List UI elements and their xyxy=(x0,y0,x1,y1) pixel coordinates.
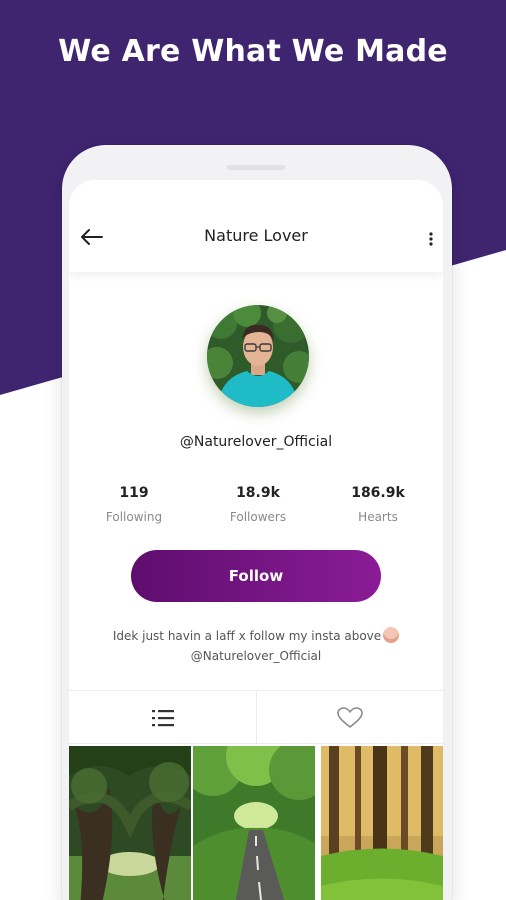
stat-value: 186.9k xyxy=(351,485,405,501)
follow-button[interactable]: Follow xyxy=(131,550,381,602)
avatar[interactable] xyxy=(207,305,309,407)
stat-label: Followers xyxy=(229,510,287,524)
banner-headline: We Are What We Made xyxy=(58,34,448,69)
more-options-button[interactable] xyxy=(421,228,441,250)
stat-hearts[interactable]: 186.9k Hearts xyxy=(318,485,438,524)
profile-username: @Naturelover_Official xyxy=(179,434,333,450)
profile-bio: Idek just havin a laff x follow my insta… xyxy=(89,626,423,666)
profile-photo xyxy=(207,305,309,407)
stat-value: 18.9k xyxy=(236,485,280,501)
arrow-left-icon xyxy=(81,229,103,245)
stat-label: Following xyxy=(105,510,163,524)
phone-speaker xyxy=(227,165,285,170)
back-button[interactable] xyxy=(79,224,105,250)
bio-instagram-link[interactable]: @Naturelover_Official xyxy=(89,646,423,666)
profile-tabs xyxy=(69,690,443,744)
stat-following[interactable]: 119 Following xyxy=(74,485,194,524)
stat-followers[interactable]: 18.9k Followers xyxy=(198,485,318,524)
list-icon xyxy=(151,709,174,726)
more-vertical-icon xyxy=(429,232,433,246)
video-thumbnail[interactable] xyxy=(69,746,191,900)
app-screen: Nature Lover @Naturelover_Official 119 F… xyxy=(69,180,443,900)
sunlit-forest-image xyxy=(321,746,443,900)
tab-liked[interactable] xyxy=(256,691,443,744)
heart-outline-icon xyxy=(336,706,363,728)
forest-road-image xyxy=(193,746,315,900)
video-thumbnail[interactable] xyxy=(193,746,315,900)
tab-videos[interactable] xyxy=(69,691,256,744)
page-title: Nature Lover xyxy=(204,226,308,245)
stat-label: Hearts xyxy=(358,510,398,524)
stat-value: 119 xyxy=(119,485,149,501)
emoji-icon xyxy=(383,627,400,643)
tree-tunnel-image xyxy=(69,746,191,900)
bio-text: Idek just havin a laff x follow my insta… xyxy=(112,629,382,643)
video-thumbnail[interactable] xyxy=(321,746,443,900)
app-bar: Nature Lover xyxy=(69,180,443,272)
